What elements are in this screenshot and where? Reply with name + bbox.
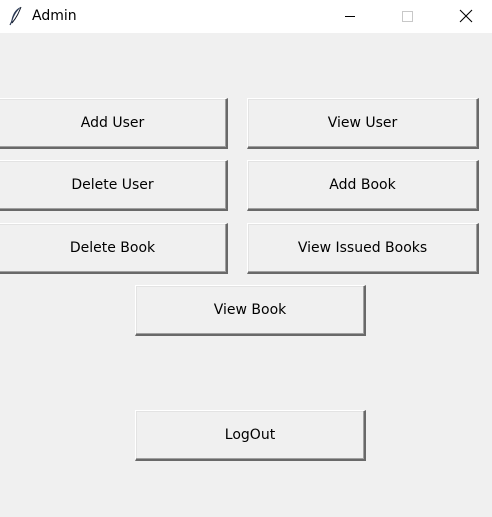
delete-user-button[interactable]: Delete User [0,160,228,211]
close-button[interactable] [443,0,489,33]
view-book-button[interactable]: View Book [135,285,366,336]
minimize-icon [345,16,355,17]
maximize-button[interactable] [384,0,430,33]
maximize-icon [402,11,413,22]
title-bar[interactable]: Admin [0,0,492,33]
view-user-button[interactable]: View User [247,98,479,149]
minimize-button[interactable] [327,0,373,33]
add-book-button[interactable]: Add Book [247,160,479,211]
close-icon [459,9,473,23]
delete-book-button[interactable]: Delete Book [0,223,228,274]
view-issued-books-button[interactable]: View Issued Books [247,223,479,274]
add-user-button[interactable]: Add User [0,98,228,149]
admin-window: Admin Add User View User Delete User Add… [0,0,492,517]
feather-icon [9,6,23,26]
logout-button[interactable]: LogOut [135,410,366,461]
window-title: Admin [32,8,77,24]
